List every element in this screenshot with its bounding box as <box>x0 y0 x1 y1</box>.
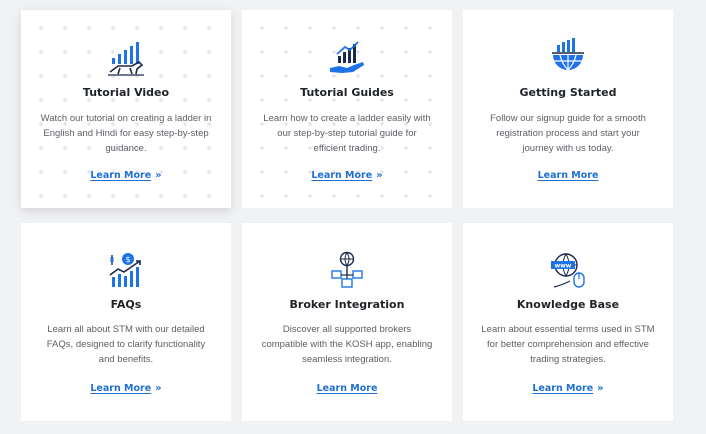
network-integration-icon <box>331 251 363 288</box>
learn-more-link[interactable]: Learn More» <box>21 170 231 181</box>
learn-more-link[interactable]: Learn More» <box>463 383 673 394</box>
double-chevron-right-icon: » <box>376 170 383 181</box>
bull-chart-icon <box>108 42 144 76</box>
double-chevron-right-icon: » <box>597 383 604 394</box>
svg-text:www: www <box>555 263 572 270</box>
card-broker-integration[interactable]: Broker Integration Discover all supporte… <box>242 223 452 421</box>
learn-more-link[interactable]: Learn More» <box>21 383 231 394</box>
card-faqs[interactable]: $ FAQs Learn all about STM with our deta… <box>21 223 231 421</box>
card-title: Getting Started <box>519 86 617 99</box>
globe-chart-icon <box>552 38 584 71</box>
learn-more-link[interactable]: Learn More <box>463 170 673 181</box>
double-chevron-right-icon: » <box>155 383 162 394</box>
card-title: Tutorial Guides <box>300 86 394 99</box>
www-mouse-icon: www <box>551 253 585 288</box>
card-description: Learn about essential terms used in STM … <box>481 324 655 365</box>
card-description: Learn how to create a ladder easily with… <box>263 113 431 154</box>
card-tutorial-guides[interactable]: Tutorial Guides Learn how to create a la… <box>242 10 452 208</box>
card-title: Broker Integration <box>289 298 405 311</box>
learn-more-link[interactable]: Learn More <box>242 383 452 394</box>
resources-grid: Tutorial Video Watch our tutorial on cre… <box>21 10 673 421</box>
svg-text:$: $ <box>125 255 130 264</box>
double-chevron-right-icon: » <box>155 170 162 181</box>
card-description: Watch our tutorial on creating a ladder … <box>40 113 212 154</box>
card-title: Tutorial Video <box>82 86 170 99</box>
hand-chart-icon <box>330 41 364 73</box>
coin-growth-icon: $ <box>109 253 141 287</box>
card-title: FAQs <box>110 298 142 311</box>
card-title: Knowledge Base <box>516 298 620 311</box>
card-description: Discover all supported brokers compatibl… <box>261 324 433 365</box>
card-description: Follow our signup guide for a smooth reg… <box>490 113 646 154</box>
card-knowledge-base[interactable]: www Knowledge Base Learn about essential… <box>463 223 673 421</box>
card-getting-started[interactable]: Getting Started Follow our signup guide … <box>463 10 673 208</box>
card-tutorial-video[interactable]: Tutorial Video Watch our tutorial on cre… <box>21 10 231 208</box>
learn-more-link[interactable]: Learn More» <box>242 170 452 181</box>
card-description: Learn all about STM with our detailed FA… <box>46 324 206 365</box>
